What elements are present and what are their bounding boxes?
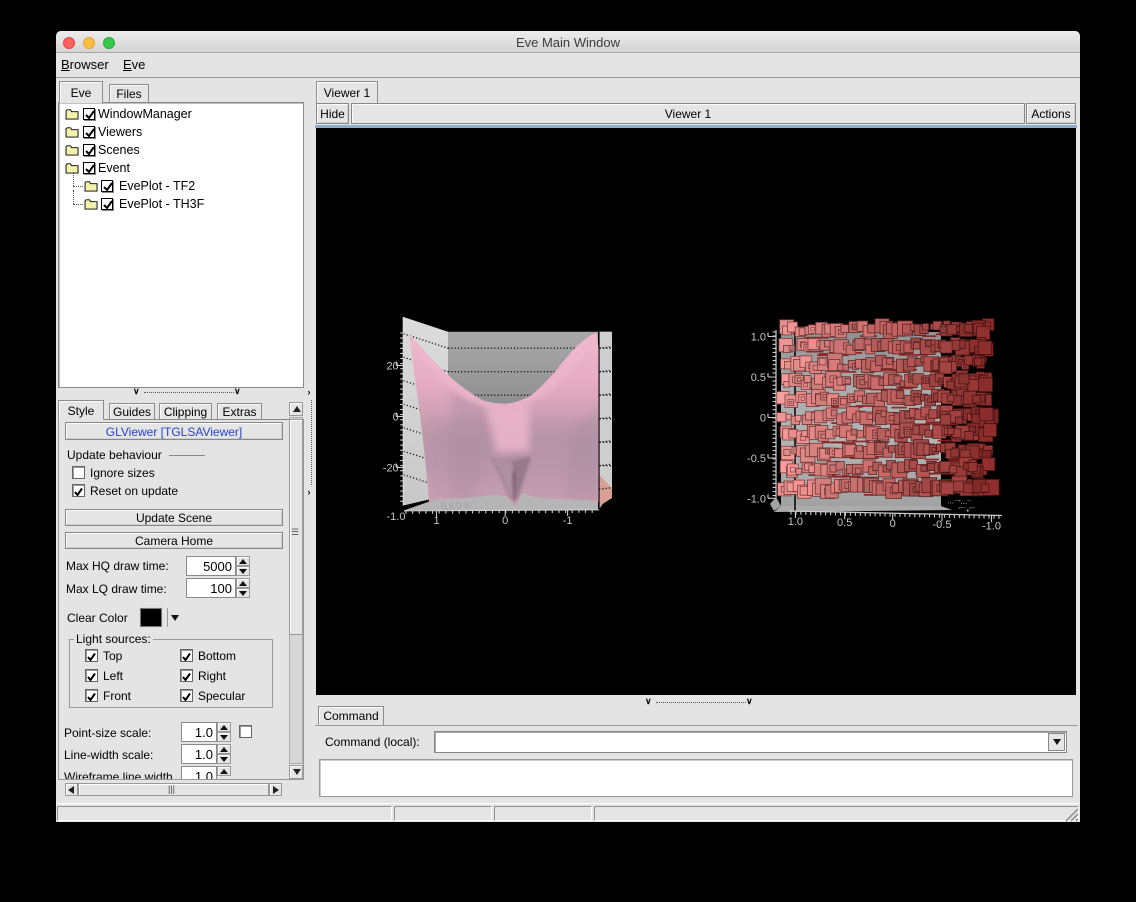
svg-text:ˇ¯˙•ˇ¯: ˇ¯˙•ˇ¯ — [958, 507, 975, 515]
svg-text:-0.5: -0.5 — [933, 519, 952, 531]
svg-text:0: 0 — [393, 412, 399, 424]
svg-text:⋯¯˝⋯¯: ⋯¯˝⋯¯ — [947, 499, 971, 508]
svg-text:0: 0 — [502, 515, 508, 527]
svg-text:-0.5: -0.5 — [747, 453, 766, 465]
svg-text:-1.0: -1.0 — [747, 493, 766, 505]
svg-text:0.5: 0.5 — [837, 517, 852, 529]
svg-text:1.0: 1.0 — [788, 516, 803, 528]
svg-text:-1.0: -1.0 — [982, 520, 1001, 532]
svg-text:20: 20 — [386, 361, 398, 373]
svg-text:0: 0 — [760, 413, 766, 425]
svg-text:1: 1 — [433, 515, 439, 527]
svg-text:-1: -1 — [563, 515, 573, 527]
svg-text:0: 0 — [890, 518, 896, 530]
svg-text:-20: -20 — [383, 463, 399, 475]
svg-text:1.0: 1.0 — [751, 332, 766, 344]
svg-text:0.5: 0.5 — [751, 372, 766, 384]
svg-text:-1.0: -1.0 — [387, 511, 406, 523]
